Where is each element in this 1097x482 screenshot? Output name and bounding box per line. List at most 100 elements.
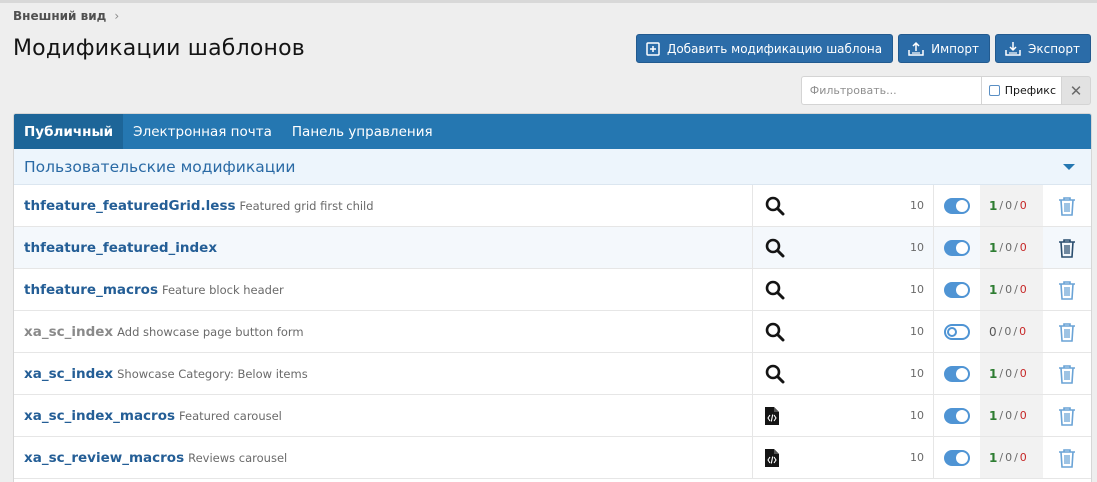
stat-separator: / bbox=[1014, 283, 1018, 296]
toggle-cell bbox=[934, 227, 980, 268]
prefix-checkbox[interactable]: Префикс bbox=[980, 76, 1062, 105]
execution-order: 10 bbox=[910, 409, 924, 422]
modification-title-link[interactable]: xa_sc_review_macros Reviews carousel bbox=[14, 437, 753, 478]
view-cell: 10 bbox=[753, 185, 934, 226]
enable-toggle[interactable] bbox=[944, 449, 970, 466]
search-icon[interactable] bbox=[765, 364, 785, 384]
stat-error: 0 bbox=[1019, 409, 1027, 422]
tab-email[interactable]: Электронная почта bbox=[123, 114, 282, 149]
enable-toggle[interactable] bbox=[944, 197, 970, 214]
import-button[interactable]: Импорт bbox=[898, 34, 990, 63]
toggle-cell bbox=[934, 353, 980, 394]
add-modification-button[interactable]: Добавить модификацию шаблона bbox=[635, 34, 894, 63]
stat-warn: 0 bbox=[1005, 409, 1013, 422]
delete-button[interactable] bbox=[1043, 395, 1090, 436]
modification-description: Featured carousel bbox=[179, 408, 282, 423]
tab-admin[interactable]: Панель управления bbox=[282, 114, 443, 149]
modification-title-link[interactable]: xa_sc_index Add showcase page button form bbox=[14, 311, 753, 352]
trash-icon bbox=[1058, 196, 1076, 216]
view-cell: 10 bbox=[753, 227, 934, 268]
search-icon[interactable] bbox=[765, 196, 785, 216]
enable-toggle[interactable] bbox=[944, 365, 970, 382]
apply-stats: 1/0/0 bbox=[980, 227, 1043, 268]
breadcrumb-link[interactable]: Внешний вид bbox=[13, 9, 106, 23]
stat-error: 0 bbox=[1019, 199, 1027, 212]
chevron-right-icon: › bbox=[114, 9, 120, 23]
delete-button[interactable] bbox=[1043, 269, 1090, 310]
enable-toggle[interactable] bbox=[944, 239, 970, 256]
trash-icon bbox=[1058, 238, 1076, 258]
stat-warn: 0 bbox=[1005, 367, 1013, 380]
code-file-icon[interactable] bbox=[765, 448, 779, 467]
toggle-cell bbox=[934, 311, 980, 352]
modification-name: xa_sc_index bbox=[24, 323, 114, 340]
modification-title-link[interactable]: thfeature_featured_index bbox=[14, 227, 753, 268]
delete-button[interactable] bbox=[1043, 437, 1090, 478]
prefix-label: Префикс bbox=[1004, 84, 1056, 97]
stat-separator: / bbox=[1014, 451, 1018, 464]
modification-description: Reviews carousel bbox=[188, 450, 288, 465]
download-icon bbox=[1005, 42, 1021, 56]
checkbox-icon[interactable] bbox=[988, 85, 1000, 96]
modifications-list: thfeature_featuredGrid.less Featured grid… bbox=[14, 185, 1091, 479]
filter-bar: Префикс ✕ bbox=[800, 76, 1091, 105]
table-row: thfeature_macros Feature block header 10 1/… bbox=[14, 269, 1091, 311]
caret-down-icon[interactable] bbox=[1063, 163, 1075, 170]
export-button[interactable]: Экспорт bbox=[994, 34, 1091, 63]
delete-button[interactable] bbox=[1043, 227, 1090, 268]
enable-toggle[interactable] bbox=[944, 407, 970, 424]
stat-ok: 1 bbox=[989, 450, 998, 465]
stat-ok: 0 bbox=[989, 324, 997, 339]
table-row: xa_sc_index Add showcase page button form… bbox=[14, 311, 1091, 353]
table-row: thfeature_featuredGrid.less Featured grid… bbox=[14, 185, 1091, 227]
search-icon[interactable] bbox=[765, 238, 785, 258]
delete-button[interactable] bbox=[1043, 311, 1090, 352]
modification-title-link[interactable]: xa_sc_index Showcase Category: Below item… bbox=[14, 353, 753, 394]
stat-separator: / bbox=[1014, 199, 1018, 212]
add-modification-label: Добавить модификацию шаблона bbox=[666, 41, 883, 56]
search-icon[interactable] bbox=[765, 280, 785, 300]
enable-toggle[interactable] bbox=[944, 323, 970, 340]
modification-title-link[interactable]: thfeature_macros Feature block header bbox=[14, 269, 753, 310]
stat-separator: / bbox=[999, 409, 1004, 422]
toggle-cell bbox=[934, 185, 980, 226]
stat-warn: 0 bbox=[1005, 199, 1013, 212]
toggle-cell bbox=[934, 269, 980, 310]
tab-label: Публичный bbox=[24, 123, 114, 140]
enable-toggle[interactable] bbox=[944, 281, 970, 298]
table-row: xa_sc_review_macros Reviews carousel 10 1/0… bbox=[14, 437, 1091, 479]
delete-button[interactable] bbox=[1043, 353, 1090, 394]
modification-name: thfeature_featuredGrid.less bbox=[24, 197, 236, 214]
close-icon: ✕ bbox=[1069, 81, 1083, 100]
search-icon[interactable] bbox=[765, 322, 785, 342]
page-title: Модификации шаблонов bbox=[13, 36, 305, 61]
code-file-icon[interactable] bbox=[765, 406, 779, 425]
modification-description: Add showcase page button form bbox=[117, 324, 304, 339]
stat-separator: / bbox=[999, 283, 1004, 296]
execution-order: 10 bbox=[910, 367, 924, 380]
stat-separator: / bbox=[998, 325, 1003, 338]
tab-label: Электронная почта bbox=[133, 123, 272, 140]
plus-square-icon bbox=[646, 41, 660, 56]
modification-name: thfeature_macros bbox=[24, 281, 158, 298]
clear-filter-button[interactable]: ✕ bbox=[1062, 76, 1091, 105]
tab-public[interactable]: Публичный bbox=[14, 114, 124, 149]
execution-order: 10 bbox=[910, 325, 924, 338]
execution-order: 10 bbox=[910, 283, 924, 296]
modification-title-link[interactable]: thfeature_featuredGrid.less Featured grid… bbox=[14, 185, 753, 226]
apply-stats: 1/0/0 bbox=[980, 269, 1043, 310]
upload-icon bbox=[908, 41, 924, 56]
custom-modifications-header[interactable]: Пользовательские модификации bbox=[14, 149, 1091, 185]
execution-order: 10 bbox=[910, 241, 924, 254]
section-title: Пользовательские модификации bbox=[24, 157, 296, 176]
execution-order: 10 bbox=[910, 199, 924, 212]
breadcrumb[interactable]: Внешний вид › bbox=[13, 9, 119, 23]
tab-label: Панель управления bbox=[291, 123, 433, 140]
delete-button[interactable] bbox=[1043, 185, 1090, 226]
stat-ok: 1 bbox=[989, 198, 998, 213]
filter-input[interactable] bbox=[800, 76, 981, 105]
top-border bbox=[0, 0, 1097, 3]
modification-title-link[interactable]: xa_sc_index_macros Featured carousel bbox=[14, 395, 753, 436]
view-cell: 10 bbox=[753, 353, 934, 394]
table-row: xa_sc_index Showcase Category: Below item… bbox=[14, 353, 1091, 395]
